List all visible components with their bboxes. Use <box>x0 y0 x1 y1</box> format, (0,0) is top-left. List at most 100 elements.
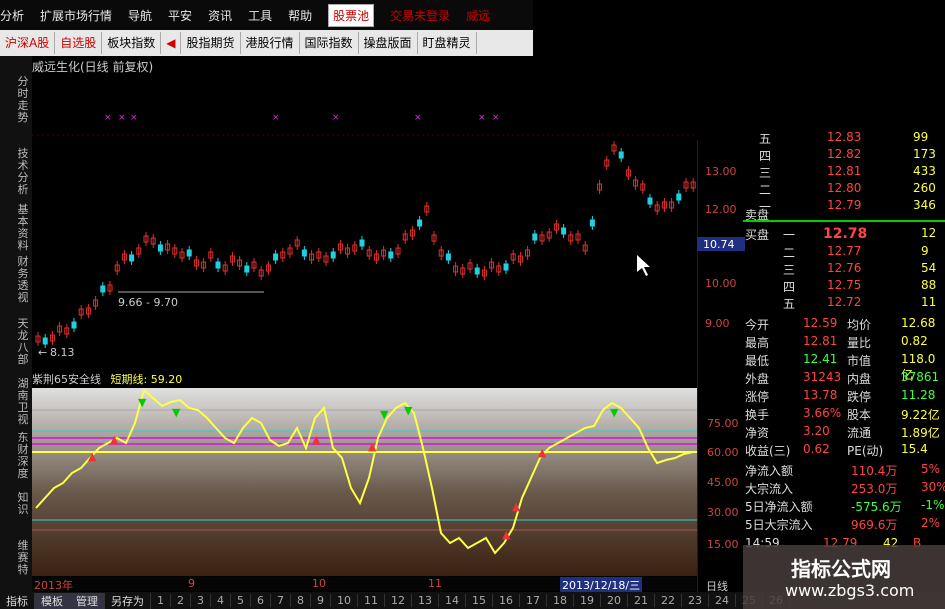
toolbar-monitor[interactable]: 盯盘精灵 <box>418 32 477 54</box>
toolbar-a-shares[interactable]: 沪深A股 <box>0 32 56 54</box>
sell-arrow-icon: ▼ <box>380 408 389 421</box>
candle-body <box>42 337 48 345</box>
candle-body <box>71 321 77 329</box>
bottom-tab-8[interactable]: 5 <box>231 594 251 607</box>
watermark-url: www.zbgs3.com <box>785 581 915 600</box>
sidebar-tab-dongcai[interactable]: 东财深度 <box>14 432 32 480</box>
bottom-tab-18[interactable]: 15 <box>466 594 493 607</box>
menu-item-help[interactable]: 帮助 <box>288 7 312 24</box>
bottom-tab-6[interactable]: 3 <box>191 594 211 607</box>
buy-arrow-icon: ▲ <box>512 500 521 513</box>
candle-body <box>589 219 595 227</box>
bottom-tab-16[interactable]: 13 <box>412 594 439 607</box>
menu-item-analysis[interactable]: 分析 <box>0 7 24 24</box>
info-row-2: 最低 12.41 市值 118.0亿 <box>745 352 936 382</box>
sidebar-tab-financials[interactable]: 财务透视 <box>14 256 32 304</box>
candle-body <box>532 233 538 241</box>
menu-item-stock-pool[interactable]: 股票池 <box>328 3 375 27</box>
candle-body <box>474 267 480 275</box>
toolbar-layout[interactable]: 操盘版面 <box>359 32 418 54</box>
candle-body <box>100 285 106 293</box>
bottom-tab-25[interactable]: 22 <box>655 594 682 607</box>
info-row-3: 外盘 31243 内盘 37861 <box>745 370 940 386</box>
sidebar-tab-technical[interactable]: 技术分析 <box>14 148 32 196</box>
range-annotation: 9.66 - 9.70 <box>118 296 178 309</box>
toolbar-futures[interactable]: 股指期货 <box>181 32 241 54</box>
bottom-tab-20[interactable]: 17 <box>520 594 547 607</box>
toolbar-watchlist[interactable]: 自选股 <box>55 32 103 54</box>
candle-body <box>215 261 221 269</box>
bottom-tab-19[interactable]: 16 <box>493 594 520 607</box>
back-arrow-icon[interactable]: ◀ <box>161 32 182 54</box>
candlestick-chart[interactable]: 9.66 - 9.70 ← 8.13 × × × × × × × × <box>32 70 697 367</box>
cursor-date: 2013/12/18/三 <box>560 577 643 593</box>
info-row-6: 净资 3.20 流通 1.89亿 <box>745 424 940 440</box>
sidebar-tab-fundamentals[interactable]: 基本资料 <box>14 204 32 252</box>
toolbar-sector-index[interactable]: 板块指数 <box>102 32 162 54</box>
bottom-tab-27[interactable]: 24 <box>709 594 736 607</box>
low-annotation-arrow: ← <box>38 346 47 359</box>
signal-marker-icon: × <box>492 113 500 123</box>
candle-body <box>301 249 307 257</box>
flow-row-3: 5日大宗流入 969.6万 2% <box>745 516 941 532</box>
toolbar-hk[interactable]: 港股行情 <box>241 32 300 54</box>
bottom-tab-3[interactable]: 另存为 <box>105 592 151 609</box>
bottom-tab-24[interactable]: 21 <box>628 594 655 607</box>
buy-arrow-icon: ▲ <box>538 446 547 459</box>
sidebar-tab-knowledge[interactable]: 知识 <box>14 492 32 516</box>
flow-row-2: 5日净流入额 -575.6万 -1% <box>745 498 945 514</box>
watermark: 指标公式网 www.zbgs3.com <box>743 545 945 609</box>
menu-item-extended[interactable]: 扩展市场行情 <box>40 7 112 24</box>
bottom-tab-7[interactable]: 4 <box>211 594 231 607</box>
toolbar-intl-index[interactable]: 国际指数 <box>300 32 359 54</box>
price-tick-12: 12.00 <box>705 203 737 216</box>
stock-short-name: 威远 <box>466 8 491 23</box>
indicator-name: 紫荆65安全线 <box>32 373 101 386</box>
month-10: 10 <box>312 577 326 590</box>
candle-body <box>417 219 423 227</box>
bottom-tab-11[interactable]: 8 <box>291 594 311 607</box>
candle-body <box>388 251 394 259</box>
sidebar-tab-weisaite[interactable]: 维赛特 <box>14 540 32 576</box>
sidebar-tab-hunan[interactable]: 湖南卫视 <box>14 378 32 426</box>
bottom-tab-23[interactable]: 20 <box>601 594 628 607</box>
quote-panel: 五 12.83 99 四 12.82 173 三 12.81 433 二 12.80 260 一 12.7… <box>743 130 945 550</box>
bottom-tab-13[interactable]: 10 <box>331 594 358 607</box>
bottom-tab-1[interactable]: 模板 <box>35 592 70 609</box>
low-annotation: 8.13 <box>50 346 75 359</box>
bottom-tab-10[interactable]: 7 <box>271 594 291 607</box>
bottom-tab-5[interactable]: 2 <box>171 594 191 607</box>
indicator-panel[interactable]: ▼ ▼ ▼ ▼ ▼ ▲ ▲ ▲ ▲ ▲ ▲ ▲ <box>32 388 697 576</box>
candle-body <box>503 263 509 271</box>
sidebar-tab-intraday[interactable]: 分时走势 <box>14 76 32 124</box>
candle-body <box>129 254 135 262</box>
bottom-tab-22[interactable]: 19 <box>574 594 601 607</box>
bottom-tab-4[interactable]: 1 <box>151 594 171 607</box>
buy-row-2: 二 12.77 9 <box>783 244 929 260</box>
bottom-tab-21[interactable]: 18 <box>547 594 574 607</box>
bottom-tab-26[interactable]: 23 <box>682 594 709 607</box>
menu-item-nav[interactable]: 导航 <box>128 7 152 24</box>
quick-toolbar: 沪深A股 自选股 板块指数 ◀ 股指期货 港股行情 国际指数 操盘版面 盯盘精灵 <box>0 30 533 56</box>
bottom-tab-9[interactable]: 6 <box>251 594 271 607</box>
menu-item-news[interactable]: 资讯 <box>208 7 232 24</box>
bottom-tab-15[interactable]: 12 <box>385 594 412 607</box>
bottom-tab-17[interactable]: 14 <box>439 594 466 607</box>
ind-tick-60: 60.00 <box>707 446 739 459</box>
bottom-tab-2[interactable]: 管理 <box>70 592 105 609</box>
time-axis: 2013年 9 10 11 2013/12/18/三 <box>32 577 697 593</box>
menu-item-tools[interactable]: 工具 <box>248 7 272 24</box>
menu-item-pingan[interactable]: 平安 <box>168 7 192 24</box>
bottom-tab-0[interactable]: 指标 <box>0 592 35 609</box>
candle-body <box>273 253 279 261</box>
bottom-tab-12[interactable]: 9 <box>311 594 331 607</box>
indicator-title: 紫荆65安全线 短期线: 59.20 <box>32 371 182 387</box>
ind-tick-30: 30.00 <box>707 506 739 519</box>
sell-row-2: 二 12.80 260 <box>759 181 936 197</box>
bottom-tab-14[interactable]: 11 <box>358 594 385 607</box>
signal-marker-icon: × <box>478 113 486 123</box>
trade-login-status[interactable]: 交易未登录 <box>390 7 450 24</box>
sidebar-tab-tianlong[interactable]: 天龙八部 <box>14 318 32 366</box>
buy-arrow-icon: ▲ <box>502 528 511 541</box>
indicator-value: 59.20 <box>150 373 183 386</box>
